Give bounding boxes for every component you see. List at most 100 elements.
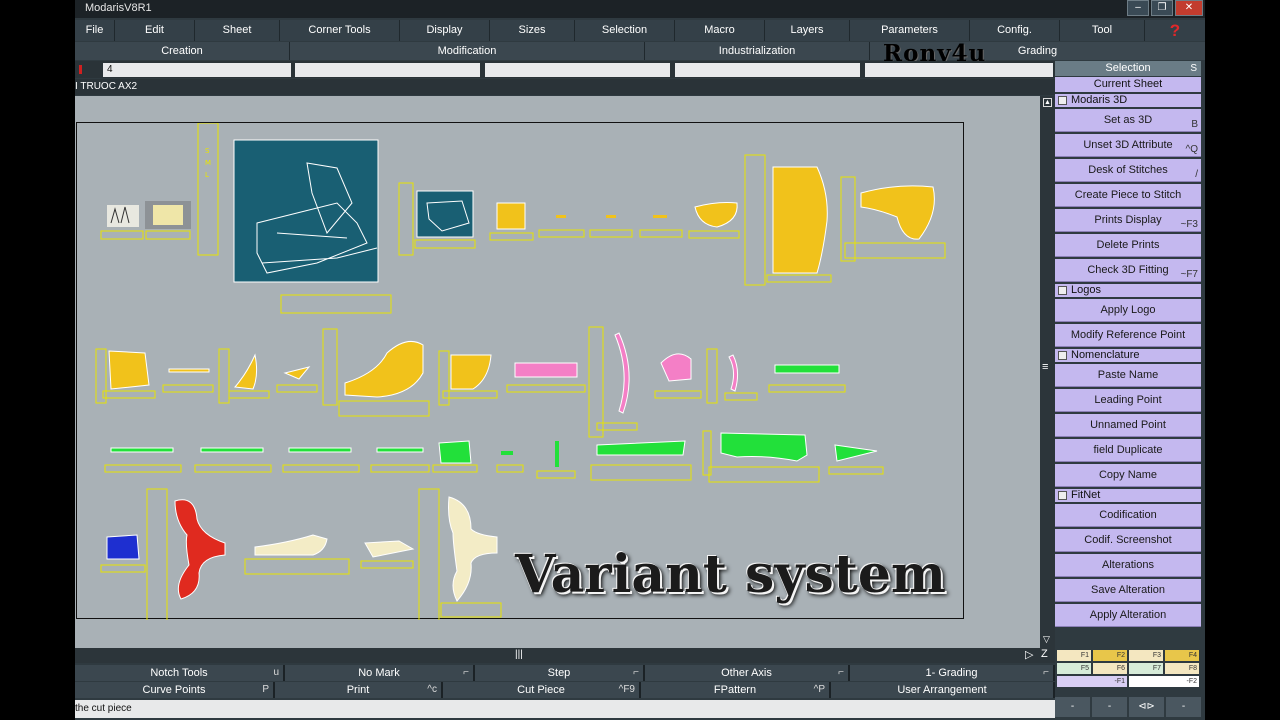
grade-cell[interactable]: F3 [1129,650,1163,661]
pink-piece[interactable] [728,354,739,392]
checkbox-icon[interactable] [1058,96,1067,105]
menu-parameters[interactable]: Parameters [850,20,970,41]
green-strip[interactable] [376,447,424,453]
green-strip[interactable] [774,364,840,374]
green-strip[interactable] [288,447,352,453]
save-alteration-button[interactable]: Save Alteration [1055,579,1201,602]
yellow-piece[interactable] [450,354,492,390]
delete-prints-button[interactable]: Delete Prints [1055,234,1201,257]
codification-button[interactable]: Codification [1055,504,1201,527]
cream-piece[interactable] [364,540,415,558]
checkbox-icon[interactable] [1058,286,1067,295]
tab-modification[interactable]: Modification [290,42,645,60]
yellow-piece[interactable] [108,350,150,390]
menu-display[interactable]: Display [400,20,490,41]
grade-cell[interactable]: F5 [1057,663,1091,674]
yellow-piece[interactable] [234,353,258,390]
grade-cell[interactable]: F1 [1057,650,1091,661]
green-piece[interactable] [501,451,513,455]
set-as-3d-button[interactable]: Set as 3D B [1055,109,1201,132]
yellow-strip[interactable] [168,368,210,373]
grade-cell[interactable]: -F2 [1129,676,1199,687]
empty-field-4[interactable] [865,63,1053,77]
green-strip[interactable] [110,447,174,453]
menu-edit[interactable]: Edit [115,20,195,41]
copy-name-button[interactable]: Copy Name [1055,464,1201,487]
group-logos[interactable]: Logos [1055,284,1201,297]
grading-button[interactable]: 1- Grading ⌐ [850,665,1055,681]
alterations-button[interactable]: Alterations [1055,554,1201,577]
field-duplicate-button[interactable]: field Duplicate [1055,439,1201,462]
nav-next-button[interactable]: - [1166,697,1201,717]
desk-of-stitches-button[interactable]: Desk of Stitches / [1055,159,1201,182]
panel-selection-header[interactable]: Selection S [1055,61,1201,76]
tab-industrialization[interactable]: Industrialization [645,42,870,60]
step-button[interactable]: Step ⌐ [475,665,645,681]
modify-reference-point-button[interactable]: Modify Reference Point [1055,324,1201,347]
scroll-grip-icon[interactable]: ≡ [1042,361,1048,373]
pink-piece[interactable] [514,362,578,378]
menu-sizes[interactable]: Sizes [490,20,575,41]
grade-cell[interactable]: F8 [1165,663,1199,674]
menu-file[interactable]: File [75,20,115,41]
green-piece[interactable] [834,444,878,462]
vertical-scrollbar[interactable]: ▲ ≡ ▽ [1040,96,1055,648]
yellow-piece[interactable] [606,215,616,218]
work-canvas[interactable]: S M L Variant system [75,96,1050,648]
grade-cell[interactable]: F2 [1093,650,1127,661]
grade-cell[interactable]: F6 [1093,663,1127,674]
yellow-piece[interactable] [653,215,667,218]
green-large-piece[interactable] [720,432,808,462]
empty-field-2[interactable] [485,63,670,77]
horizontal-scrollbar[interactable]: ||| ▷ Z [75,648,1055,663]
checkbox-icon[interactable] [1058,351,1067,360]
green-strip[interactable] [200,447,264,453]
scroll-up-icon[interactable]: ▲ [1043,98,1052,107]
yellow-piece[interactable] [694,202,738,228]
nav-first-button[interactable]: - [1055,697,1090,717]
green-piece[interactable] [555,441,559,467]
nav-toggle-button[interactable]: ⊲⊳ [1129,697,1164,717]
grade-cell[interactable]: -F1 [1057,676,1127,687]
yellow-piece[interactable] [344,340,424,398]
help-icon[interactable]: ? [1145,20,1205,41]
green-strip[interactable] [596,440,686,456]
empty-field-3[interactable] [675,63,860,77]
yellow-piece[interactable] [860,185,935,240]
yellow-piece[interactable] [496,202,526,230]
user-arrangement-button[interactable]: User Arrangement [831,682,1055,698]
hscroll-grip-icon[interactable]: ||| [515,649,523,660]
zoom-icon[interactable]: Z [1041,648,1048,660]
yellow-piece[interactable] [283,366,311,380]
cut-piece-button[interactable]: Cut Piece ^F9 [443,682,641,698]
pink-curved-piece[interactable] [614,332,630,414]
apply-alteration-button[interactable]: Apply Alteration [1055,604,1201,627]
group-fitnet[interactable]: FitNet [1055,489,1201,502]
checkbox-icon[interactable] [1058,491,1067,500]
menu-corner-tools[interactable]: Corner Tools [280,20,400,41]
paste-name-button[interactable]: Paste Name [1055,364,1201,387]
menu-config[interactable]: Config. [970,20,1060,41]
scroll-down-icon[interactable]: ▽ [1043,634,1050,645]
leading-point-button[interactable]: Leading Point [1055,389,1201,412]
tab-creation[interactable]: Creation [75,42,290,60]
group-modaris-3d[interactable]: Modaris 3D [1055,94,1201,107]
menu-sheet[interactable]: Sheet [195,20,280,41]
yellow-piece[interactable] [556,215,566,218]
empty-field-1[interactable] [295,63,480,77]
menu-tool[interactable]: Tool [1060,20,1145,41]
print-button[interactable]: Print ^c [275,682,443,698]
apply-logo-button[interactable]: Apply Logo [1055,299,1201,322]
fpattern-button[interactable]: FPattern ^P [641,682,831,698]
grade-cell[interactable]: F4 [1165,650,1199,661]
unset-3d-attribute-button[interactable]: Unset 3D Attribute ^Q [1055,134,1201,157]
prints-display-button[interactable]: Prints Display ~F3 [1055,209,1201,232]
unnamed-point-button[interactable]: Unnamed Point [1055,414,1201,437]
grade-cell[interactable]: F7 [1129,663,1163,674]
menu-macro[interactable]: Macro [675,20,765,41]
value-field[interactable]: 4 [103,63,291,77]
maximize-button[interactable]: ❐ [1151,0,1173,16]
red-piece[interactable] [174,499,226,600]
nav-prev-button[interactable]: - [1092,697,1127,717]
cream-large-piece[interactable] [448,496,498,602]
